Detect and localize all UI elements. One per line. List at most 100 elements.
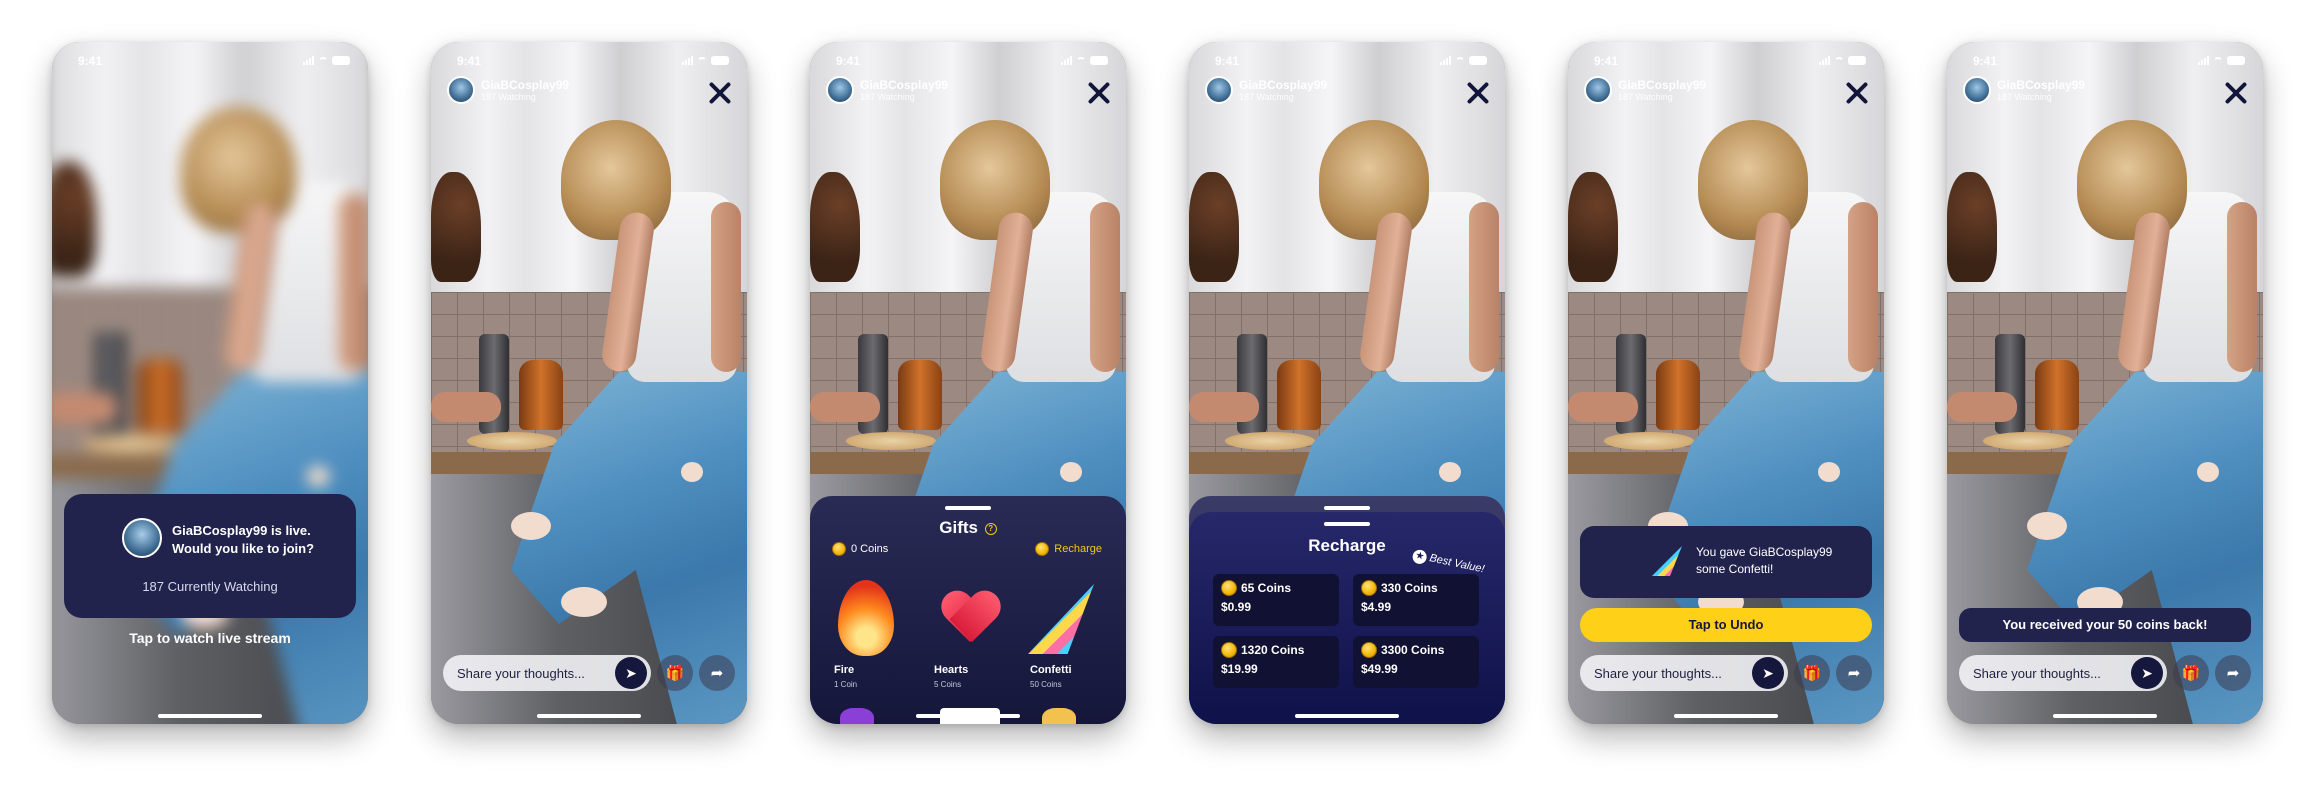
phone-screen-invite: 9:41 GiaBCosplay99 is live. Would you li… [52,42,368,724]
gift-label: Fire [834,664,855,676]
recharge-link[interactable]: Recharge [1035,542,1102,556]
toast-line2: some Confetti! [1696,562,1774,576]
status-bar: 9:41 [1189,52,1505,72]
avatar [122,518,162,558]
join-text-line2: Would you like to join? [172,541,315,556]
coin-icon [1221,642,1237,658]
watching-count: 187 Watching [481,91,536,102]
share-icon[interactable]: ➦ [699,655,735,691]
coin-icon [1361,642,1377,658]
battery-icon [332,56,350,65]
tap-to-watch-button[interactable]: Tap to watch live stream [52,630,368,646]
gifts-sheet: Gifts ? 0 Coins Recharge Fire 1 Coin Hea… [810,496,1126,724]
streamer-header[interactable]: GiaBCosplay99 187 Watching [826,76,948,104]
chat-input[interactable]: Share your thoughts... ➤ [1580,655,1788,691]
join-stream-card[interactable]: GiaBCosplay99 is live. Would you like to… [64,494,356,618]
avatar [447,76,475,104]
home-indicator [537,714,641,718]
gift-item-moneybag-icon[interactable] [1042,708,1076,724]
coin-pack-1320[interactable]: 1320 Coins $19.99 [1213,636,1339,688]
status-bar: 9:41 [1568,52,1884,72]
gift-sent-toast: You gave GiaBCosplay99 some Confetti! [1580,526,1872,598]
coin-pack-65[interactable]: 65 Coins $0.99 [1213,574,1339,626]
currently-watching-count: 187 Currently Watching [142,579,278,594]
phone-screen-recharge: 9:41 GiaBCosplay99 187 Watching Recharge… [1189,42,1505,724]
gift-icon[interactable]: 🎁 [1794,655,1830,691]
pack-price: $19.99 [1221,662,1258,676]
wifi-icon [1455,56,1465,65]
status-bar: 9:41 [52,52,368,72]
status-time: 9:41 [1594,54,1619,68]
pack-coins: 330 Coins [1381,581,1438,595]
streamer-header[interactable]: GiaBCosplay99 187 Watching [1584,76,1706,104]
join-text-line1: GiaBCosplay99 is live. [172,523,311,538]
close-icon[interactable] [1086,80,1112,106]
gift-label: Confetti [1030,664,1072,676]
help-icon[interactable]: ? [984,522,997,535]
chat-input[interactable]: Share your thoughts... ➤ [443,655,651,691]
streamer-name: GiaBCosplay99 [1239,77,1328,92]
send-icon[interactable]: ➤ [615,657,647,689]
sheet-grabber[interactable] [1324,506,1370,510]
phone-screen-gift-sent: 9:41 GiaBCosplay99 187 Watching You gave… [1568,42,1884,724]
phone-screen-refund: 9:41 GiaBCosplay99 187 Watching You rece… [1947,42,2263,724]
sheet-grabber[interactable] [1324,522,1370,526]
avatar [1963,76,1991,104]
wifi-icon [318,56,328,65]
streamer-name: GiaBCosplay99 [1618,77,1707,92]
watching-count: 187 Watching [1997,91,2052,102]
chat-placeholder: Share your thoughts... [457,665,585,681]
chat-bar: Share your thoughts... ➤ 🎁 ➦ [1959,654,2251,692]
send-icon[interactable]: ➤ [2131,657,2163,689]
status-time: 9:41 [1215,54,1240,68]
send-icon[interactable]: ➤ [1752,657,1784,689]
home-indicator [1674,714,1778,718]
battery-icon [1090,56,1108,65]
close-icon[interactable] [707,80,733,106]
close-icon[interactable] [1844,80,1870,106]
live-stream-video [431,42,747,724]
chat-bar: Share your thoughts... ➤ 🎁 ➦ [1580,654,1872,692]
pack-coins: 65 Coins [1241,581,1292,595]
gift-item-flowers-icon[interactable] [840,708,874,724]
gift-icon[interactable]: 🎁 [2173,655,2209,691]
status-bar: 9:41 [431,52,747,72]
home-indicator [158,714,262,718]
streamer-name: GiaBCosplay99 [481,77,570,92]
coin-pack-330[interactable]: 330 Coins $4.99 [1353,574,1479,626]
chat-input[interactable]: Share your thoughts... ➤ [1959,655,2167,691]
share-icon[interactable]: ➦ [1836,655,1872,691]
streamer-header[interactable]: GiaBCosplay99 187 Watching [1205,76,1327,104]
avatar [1584,76,1612,104]
close-icon[interactable] [1465,80,1491,106]
status-bar: 9:41 [1947,52,2263,72]
streamer-header[interactable]: GiaBCosplay99 187 Watching [1963,76,2085,104]
gift-label: Hearts [934,664,969,676]
status-bar: 9:41 [810,52,1126,72]
gifts-title: Gifts [939,518,978,537]
share-icon[interactable]: ➦ [2215,655,2251,691]
undo-button[interactable]: Tap to Undo [1580,608,1872,642]
dollar-coin-icon [1035,542,1050,556]
live-stream-preview-blurred [52,42,368,724]
wifi-icon [1076,56,1086,65]
status-time: 9:41 [836,54,861,68]
status-time: 9:41 [78,54,103,68]
coin-pack-3300[interactable]: 3300 Coins $49.99 [1353,636,1479,688]
gift-price: 50 Coins [1030,680,1062,689]
wifi-icon [1834,56,1844,65]
sheet-grabber[interactable] [945,506,991,510]
coin-icon [1221,580,1237,596]
gift-icon[interactable]: 🎁 [657,655,693,691]
close-icon[interactable] [2223,80,2249,106]
confetti-icon [1652,546,1682,576]
recharge-sheet: Recharge ★ Best Value! 65 Coins $0.99 330… [1189,512,1505,724]
home-indicator [916,714,1020,718]
streamer-name: GiaBCosplay99 [860,77,949,92]
phone-screen-gifts: 9:41 GiaBCosplay99 187 Watching Gifts ? … [810,42,1126,724]
confetti-icon [1028,584,1094,654]
streamer-header[interactable]: GiaBCosplay99 187 Watching [447,76,569,104]
pack-coins: 1320 Coins [1241,643,1305,657]
coin-icon [832,542,846,556]
signal-icon [1440,56,1451,65]
